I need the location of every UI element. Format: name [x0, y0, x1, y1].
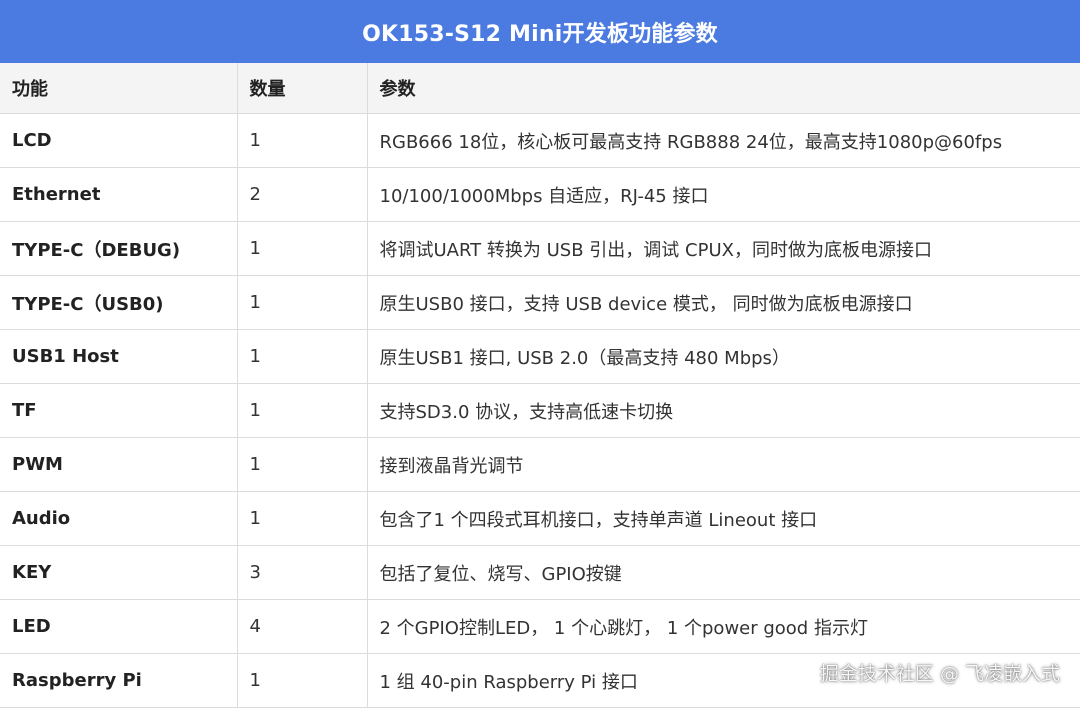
table-row: TF 1 支持SD3.0 协议，支持高低速卡切换: [0, 383, 1080, 438]
feature-cell: LCD: [0, 113, 238, 168]
quantity-cell: 1: [237, 491, 368, 546]
table-row: TYPE-C（USB0) 1 原生USB0 接口，支持 USB device 模…: [0, 275, 1080, 330]
parameter-cell: 10/100/1000Mbps 自适应，RJ-45 接口: [367, 167, 1080, 222]
parameter-cell: 2 个GPIO控制LED， 1 个心跳灯， 1 个power good 指示灯: [367, 599, 1080, 654]
parameter-cell: 包含了1 个四段式耳机接口，支持单声道 Lineout 接口: [367, 491, 1080, 546]
table-row: Audio 1 包含了1 个四段式耳机接口，支持单声道 Lineout 接口: [0, 491, 1080, 546]
table-row: LCD 1 RGB666 18位，核心板可最高支持 RGB888 24位，最高支…: [0, 113, 1080, 168]
table-header-row: 功能 数量 参数: [0, 63, 1080, 114]
feature-cell: Raspberry Pi: [0, 653, 238, 708]
table-row: Ethernet 2 10/100/1000Mbps 自适应，RJ-45 接口: [0, 167, 1080, 222]
feature-cell: Ethernet: [0, 167, 238, 222]
parameter-cell: RGB666 18位，核心板可最高支持 RGB888 24位，最高支持1080p…: [367, 113, 1080, 168]
table-row: PWM 1 接到液晶背光调节: [0, 437, 1080, 492]
parameter-cell: 接到液晶背光调节: [367, 437, 1080, 492]
header-quantity: 数量: [237, 63, 368, 114]
quantity-cell: 1: [237, 329, 368, 384]
quantity-cell: 1: [237, 275, 368, 330]
feature-cell: Audio: [0, 491, 238, 546]
feature-cell: KEY: [0, 545, 238, 600]
feature-cell: USB1 Host: [0, 329, 238, 384]
feature-cell: LED: [0, 599, 238, 654]
quantity-cell: 1: [237, 383, 368, 438]
feature-cell: PWM: [0, 437, 238, 492]
feature-cell: TF: [0, 383, 238, 438]
parameter-cell: 将调试UART 转换为 USB 引出，调试 CPUX，同时做为底板电源接口: [367, 221, 1080, 276]
quantity-cell: 1: [237, 221, 368, 276]
table-row: TYPE-C（DEBUG) 1 将调试UART 转换为 USB 引出，调试 CP…: [0, 221, 1080, 276]
parameter-cell: 原生USB1 接口, USB 2.0（最高支持 480 Mbps）: [367, 329, 1080, 384]
header-parameter: 参数: [367, 63, 1080, 114]
quantity-cell: 1: [237, 437, 368, 492]
quantity-cell: 1: [237, 113, 368, 168]
parameter-cell: 支持SD3.0 协议，支持高低速卡切换: [367, 383, 1080, 438]
watermark: 掘金技术社区 @ 飞凌嵌入式: [819, 663, 1060, 685]
table-row: KEY 3 包括了复位、烧写、GPIO按键: [0, 545, 1080, 600]
feature-cell: TYPE-C（DEBUG): [0, 221, 238, 276]
quantity-cell: 1: [237, 653, 368, 708]
table-row: LED 4 2 个GPIO控制LED， 1 个心跳灯， 1 个power goo…: [0, 599, 1080, 654]
parameter-cell: 包括了复位、烧写、GPIO按键: [367, 545, 1080, 600]
table-row: USB1 Host 1 原生USB1 接口, USB 2.0（最高支持 480 …: [0, 329, 1080, 384]
header-feature: 功能: [0, 63, 238, 114]
quantity-cell: 3: [237, 545, 368, 600]
quantity-cell: 2: [237, 167, 368, 222]
quantity-cell: 4: [237, 599, 368, 654]
parameter-cell: 原生USB0 接口，支持 USB device 模式， 同时做为底板电源接口: [367, 275, 1080, 330]
spec-table: 功能 数量 参数 LCD 1 RGB666 18位，核心板可最高支持 RGB88…: [0, 63, 1080, 708]
feature-cell: TYPE-C（USB0): [0, 275, 238, 330]
table-title: OK153-S12 Mini开发板功能参数: [0, 0, 1080, 63]
